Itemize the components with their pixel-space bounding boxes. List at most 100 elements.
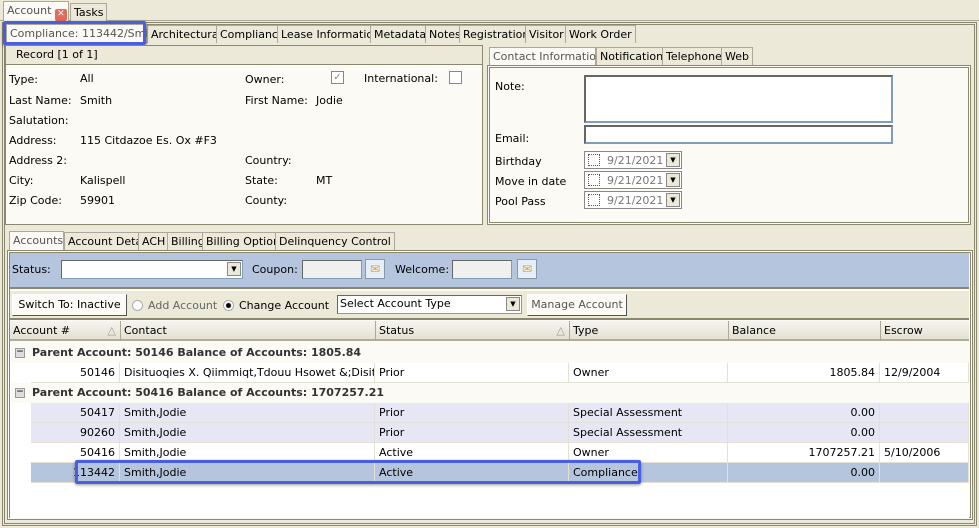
- welcome-input[interactable]: [452, 260, 512, 279]
- manage-account-button[interactable]: Manage Account: [527, 294, 627, 316]
- window-tab-bar: Account ✕ Tasks: [0, 0, 979, 21]
- window-tab-account[interactable]: Account ✕: [3, 1, 69, 21]
- zip-value: 59901: [80, 194, 115, 207]
- owner-checkbox[interactable]: ✓: [331, 71, 344, 84]
- tab-registration[interactable]: Registration: [459, 25, 534, 43]
- city-label: City:: [9, 174, 34, 187]
- status-select[interactable]: ▼: [61, 260, 243, 279]
- tab-label: Compliance: [220, 28, 285, 41]
- header-text: Type: [573, 324, 599, 337]
- tab-contact-information[interactable]: Contact Information: [489, 47, 603, 67]
- email-label: Email:: [495, 132, 530, 145]
- tab-label: Telephone: [666, 50, 722, 63]
- cell-escrow: 12/9/2004: [880, 363, 969, 383]
- record-header-text: Record [1 of 1]: [16, 48, 98, 61]
- group-row[interactable]: − Parent Account: 50416 Balance of Accou…: [11, 383, 969, 403]
- window-tab-tasks[interactable]: Tasks: [70, 3, 108, 21]
- tab-ach[interactable]: ACH: [138, 232, 170, 250]
- collapse-icon[interactable]: −: [15, 348, 25, 358]
- type-label: Type:: [9, 73, 38, 86]
- state-value: MT: [316, 174, 333, 187]
- first-name-value: Jodie: [316, 94, 343, 107]
- poolpass-checkbox[interactable]: [588, 194, 600, 206]
- poolpass-label: Pool Pass: [495, 195, 546, 208]
- section-tab-bar: Compliance: 113442/Smith Architectural C…: [4, 24, 974, 44]
- tab-visitor[interactable]: Visitor: [525, 25, 568, 43]
- close-icon[interactable]: ✕: [54, 9, 67, 21]
- add-account-label[interactable]: Add Account: [148, 299, 217, 312]
- poolpass-value: 9/21/2021: [607, 194, 664, 207]
- cell-type: Special Assessment: [569, 403, 728, 423]
- chevron-down-icon[interactable]: ▼: [666, 173, 680, 187]
- cell-escrow: [880, 403, 969, 423]
- state-label: State:: [245, 174, 278, 187]
- record-header: Record [1 of 1]: [6, 46, 482, 65]
- record-panel: Record [1 of 1] Type: All Owner: ✓ Inter…: [5, 45, 483, 225]
- col-header-contact[interactable]: Contact: [120, 321, 375, 341]
- movein-checkbox[interactable]: [588, 174, 600, 186]
- chevron-down-icon[interactable]: ▼: [227, 262, 241, 276]
- tab-accounts[interactable]: Accounts: [9, 231, 64, 251]
- chevron-down-icon[interactable]: ▼: [506, 297, 520, 311]
- address2-label: Address 2:: [9, 154, 68, 167]
- group-row[interactable]: − Parent Account: 50146 Balance of Accou…: [11, 343, 969, 363]
- tab-label: Web: [725, 50, 749, 63]
- note-textarea[interactable]: [584, 75, 893, 123]
- tab-label: Billing Options: [206, 235, 286, 248]
- group-title: Parent Account: 50416 Balance of Account…: [32, 386, 385, 399]
- birthday-date-picker[interactable]: 9/21/2021 ▼: [584, 151, 682, 169]
- tab-web[interactable]: Web: [721, 47, 753, 65]
- envelope-icon[interactable]: ✉: [517, 259, 537, 279]
- account-toolbar: Switch To: Inactive Add Account Change A…: [10, 291, 969, 320]
- sort-asc-icon: △: [107, 324, 116, 337]
- cell-balance: 1805.84: [728, 363, 880, 383]
- contact-tab-bar: Contact Information Notifications Teleph…: [488, 45, 973, 67]
- switch-inactive-button[interactable]: Switch To: Inactive: [12, 294, 127, 316]
- tab-label: ACH: [142, 235, 166, 248]
- welcome-label: Welcome:: [395, 263, 450, 276]
- col-header-account[interactable]: Account # △: [10, 321, 120, 341]
- table-row[interactable]: 50146 Disituoqies X. Qiimmiqt,Tdouu Hsow…: [31, 363, 969, 383]
- tab-metadata[interactable]: Metadata: [370, 25, 431, 43]
- change-account-radio[interactable]: [223, 300, 234, 311]
- collapse-icon[interactable]: −: [15, 388, 25, 398]
- cell-contact: Disituoqies X. Qiimmiqt,Tdouu Hsowet &;D…: [120, 363, 375, 383]
- cell-escrow: 5/10/2006: [880, 443, 969, 463]
- tab-label: Registration: [463, 28, 530, 41]
- cell-balance: 1707257.21: [728, 443, 880, 463]
- account-type-value: Select Account Type: [340, 297, 451, 310]
- grid-header: Account # △ Contact Status △ Type Balance …: [10, 321, 969, 341]
- header-text: Status: [379, 324, 415, 337]
- col-header-balance[interactable]: Balance: [728, 321, 880, 341]
- table-row[interactable]: 90260 Smith,Jodie Prior Special Assessme…: [31, 423, 969, 443]
- tab-delinquency-control[interactable]: Delinquency Control: [275, 232, 395, 250]
- col-header-type[interactable]: Type: [569, 321, 728, 341]
- tab-label: Lease Information: [281, 28, 381, 41]
- col-header-status[interactable]: Status △: [375, 321, 569, 341]
- email-input[interactable]: [584, 125, 893, 144]
- account-type-select[interactable]: Select Account Type ▼: [337, 295, 522, 314]
- table-row[interactable]: 50417 Smith,Jodie Prior Special Assessme…: [31, 403, 969, 423]
- tab-lease-information[interactable]: Lease Information: [277, 25, 385, 43]
- tab-label: Notes: [429, 28, 461, 41]
- change-account-label[interactable]: Change Account: [239, 299, 329, 312]
- cell-status: Prior: [375, 403, 569, 423]
- movein-label: Move in date: [495, 175, 567, 188]
- movein-date-picker[interactable]: 9/21/2021 ▼: [584, 171, 682, 189]
- international-checkbox[interactable]: [449, 71, 462, 84]
- tab-label: Accounts: [13, 234, 64, 247]
- envelope-icon[interactable]: ✉: [365, 259, 385, 279]
- birthday-checkbox[interactable]: [588, 154, 600, 166]
- tab-label: Tasks: [74, 6, 104, 19]
- coupon-input[interactable]: [302, 260, 362, 279]
- col-header-escrow[interactable]: Escrow: [880, 321, 969, 341]
- tab-telephone[interactable]: Telephone: [662, 47, 726, 65]
- tab-architectural[interactable]: Architectural: [147, 25, 226, 43]
- cell-contact: Smith,Jodie: [120, 403, 375, 423]
- add-account-radio[interactable]: [132, 300, 143, 311]
- filter-bar: Status: ▼ Coupon: ✉ Welcome: ✉: [10, 253, 969, 289]
- chevron-down-icon[interactable]: ▼: [666, 153, 680, 167]
- poolpass-date-picker[interactable]: 9/21/2021 ▼: [584, 191, 682, 209]
- chevron-down-icon[interactable]: ▼: [666, 193, 680, 207]
- tab-work-order[interactable]: Work Order: [565, 25, 636, 43]
